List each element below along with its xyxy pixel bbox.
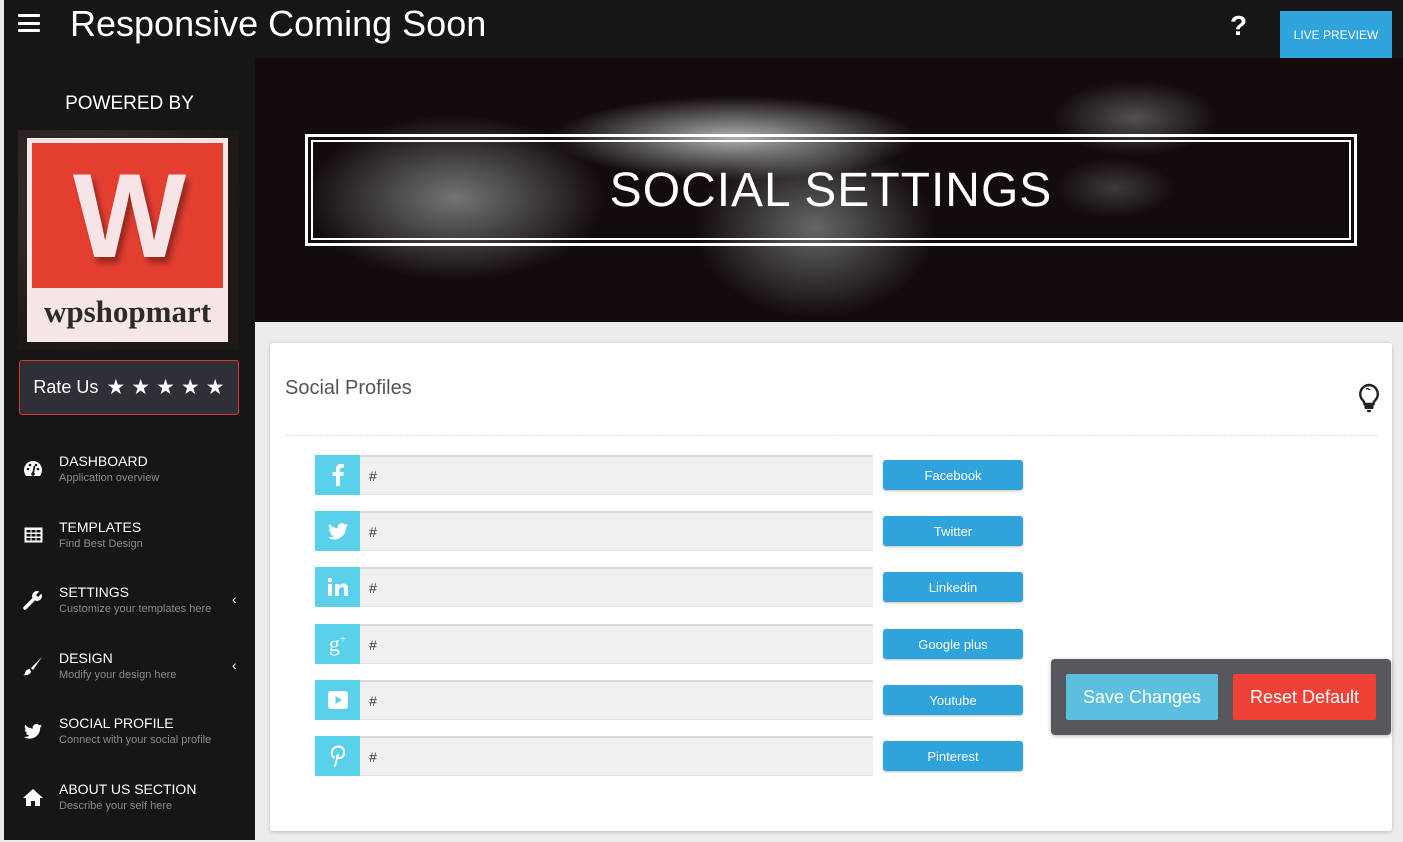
grid-icon (22, 524, 44, 546)
logo-letter: W (72, 148, 186, 283)
hero-frame: SOCIAL SETTINGS (305, 134, 1357, 246)
powered-by-label: POWERED BY (65, 93, 194, 114)
reset-default-button[interactable]: Reset Default (1233, 674, 1376, 720)
linkedin-button[interactable]: Linkedin (883, 572, 1023, 602)
facebook-icon (315, 455, 360, 495)
home-icon (22, 786, 44, 808)
logo-wordmark: wpshopmart (43, 294, 212, 329)
profile-row-twitter: Twitter (315, 511, 1023, 551)
brand-logo[interactable]: W wpshopmart (18, 130, 239, 350)
paintbrush-icon (22, 655, 44, 677)
live-preview-button[interactable]: LIVE PREVIEW (1280, 11, 1392, 58)
sidebar-item-subtitle: Application overview (59, 472, 160, 484)
sidebar-item-title: TEMPLATES (59, 518, 142, 535)
star-icon: ★ (131, 376, 151, 399)
google-plus-icon: g+ (315, 624, 360, 664)
sidebar-item-title: ABOUT US SECTION (59, 780, 197, 797)
action-panel: Save Changes Reset Default (1051, 659, 1391, 735)
linkedin-icon (315, 567, 360, 607)
star-icon: ★ (156, 376, 175, 399)
sidebar-item-subtitle: Find Best Design (59, 537, 143, 550)
sidebar-item-design[interactable]: DESIGN Modify your design here ‹ (4, 645, 255, 711)
hero-frame-inner: SOCIAL SETTINGS (311, 140, 1351, 240)
star-icon: ★ (180, 376, 200, 399)
profile-row-facebook: Facebook (315, 455, 1023, 495)
sidebar-item-dashboard[interactable]: DASHBOARD Application overview (4, 448, 255, 514)
sidebar-item-about-us[interactable]: ABOUT US SECTION Describe your self here (4, 776, 255, 842)
twitter-button[interactable]: Twitter (883, 516, 1023, 546)
twitter-url-input[interactable] (360, 511, 873, 551)
sidebar-item-subtitle: Describe your self here (59, 799, 173, 812)
star-icon: ★ (205, 376, 225, 399)
youtube-icon (315, 680, 360, 720)
rate-us-label: Rate Us (33, 377, 99, 397)
chevron-left-icon[interactable]: ‹ (232, 591, 237, 607)
rate-us-button[interactable]: Rate Us ★ ★ ★ ★ ★ (19, 360, 239, 415)
twitter-icon (315, 511, 360, 551)
profile-row-linkedin: Linkedin (315, 567, 1023, 607)
sidebar-item-subtitle: Modify your design here (59, 668, 177, 681)
sidebar-item-title: SOCIAL PROFILE (59, 715, 174, 732)
help-icon[interactable]: ? (1230, 10, 1247, 42)
chevron-left-icon[interactable]: ‹ (232, 657, 237, 673)
youtube-button[interactable]: Youtube (883, 685, 1023, 715)
youtube-url-input[interactable] (360, 680, 873, 720)
app-title: Responsive Coming Soon (70, 3, 487, 44)
page-title: SOCIAL SETTINGS (609, 163, 1053, 217)
profile-row-google-plus: g+ Google plus (315, 624, 1023, 664)
wrench-icon (22, 589, 44, 611)
sidebar-item-templates[interactable]: TEMPLATES Find Best Design (4, 514, 255, 580)
profile-list: Facebook Twitter Linkedin g+ Google plus… (270, 343, 1392, 831)
google-plus-url-input[interactable] (360, 624, 873, 664)
logo-mark: W (32, 143, 223, 288)
sidebar-item-title: DASHBOARD (59, 453, 148, 469)
facebook-button[interactable]: Facebook (883, 460, 1023, 490)
profile-row-youtube: Youtube (315, 680, 1023, 720)
top-bar: Responsive Coming Soon ? LIVE PREVIEW (4, 0, 1403, 58)
sidebar-item-title: SETTINGS (59, 584, 130, 601)
save-changes-button[interactable]: Save Changes (1066, 674, 1218, 720)
linkedin-url-input[interactable] (360, 567, 873, 607)
hero-banner: SOCIAL SETTINGS (255, 58, 1403, 322)
dashboard-icon (22, 458, 44, 480)
logo-frame: W wpshopmart (27, 138, 228, 342)
sidebar-nav: DASHBOARD Application overview TEMPLATES… (4, 448, 255, 842)
profile-row-pinterest: Pinterest (315, 736, 1023, 776)
star-icon: ★ (106, 376, 126, 399)
sidebar-item-title: DESIGN (59, 649, 113, 666)
hamburger-icon[interactable] (18, 12, 40, 34)
pinterest-icon (315, 736, 360, 776)
facebook-url-input[interactable] (360, 455, 873, 495)
google-plus-button[interactable]: Google plus (883, 629, 1023, 659)
pinterest-button[interactable]: Pinterest (883, 741, 1023, 771)
sidebar-item-subtitle: Connect with your social profile (59, 734, 212, 747)
sidebar-item-settings[interactable]: SETTINGS Customize your templates here ‹ (4, 579, 255, 645)
sidebar-item-social-profile[interactable]: SOCIAL PROFILE Connect with your social … (4, 710, 255, 776)
sidebar-item-subtitle: Customize your templates here (59, 603, 212, 616)
pinterest-url-input[interactable] (360, 736, 873, 776)
twitter-icon (22, 720, 44, 742)
sidebar: POWERED BY W wpshopmart Rate Us ★ ★ ★ ★ … (4, 58, 255, 840)
